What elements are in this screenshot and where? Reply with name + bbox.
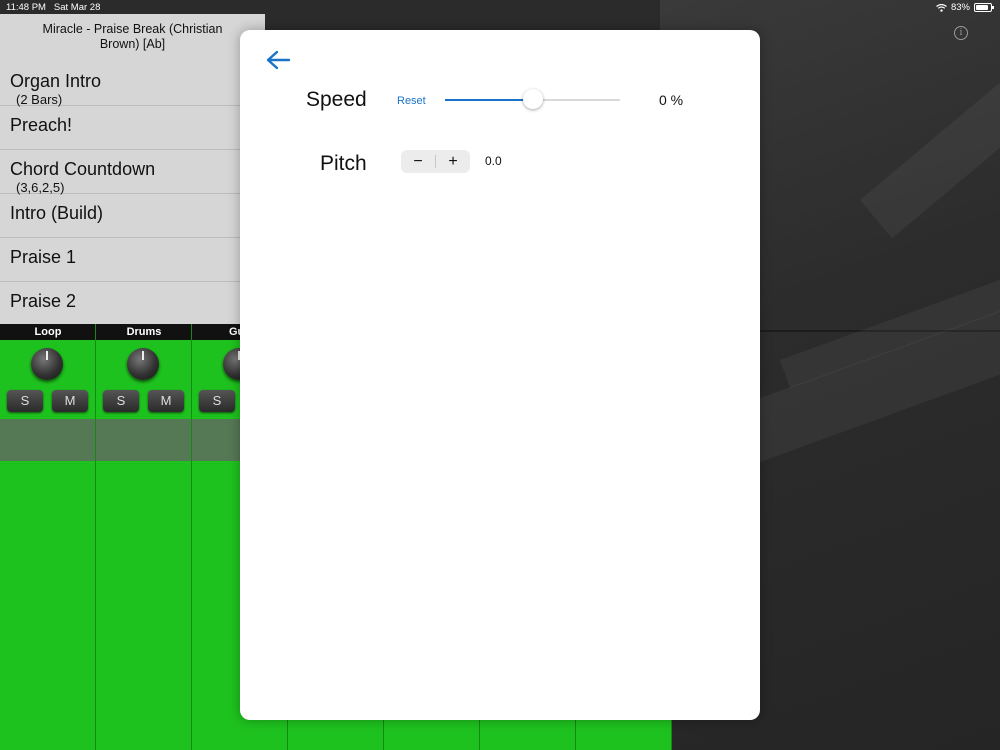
battery-icon [974,3,994,12]
channel-name: Drums [126,326,162,338]
pitch-stepper: − + [401,150,470,173]
pitch-label: Pitch [320,152,367,175]
status-bar: 11:48 PM Sat Mar 28 83% [0,0,1000,14]
volume-knob[interactable] [127,348,159,380]
pitch-increment-button[interactable]: + [436,150,470,173]
solo-button[interactable]: S [103,390,139,412]
pitch-value: 0.0 [485,154,502,168]
solo-button[interactable]: S [7,390,43,412]
section-name: Preach! [10,115,73,135]
volume-knob[interactable] [31,348,63,380]
song-sections-panel: Miracle - Praise Break (Christian Brown)… [0,14,265,324]
speed-label: Speed [306,88,367,111]
section-name: Chord Countdown [10,159,156,179]
section-name: Intro (Build) [10,203,104,223]
status-right: 83% [936,2,994,13]
status-time: 11:48 PM Sat Mar 28 [6,2,101,13]
section-name: Praise 1 [10,247,77,267]
section-item[interactable]: Praise 2 [0,282,265,326]
mute-button[interactable]: M [52,390,88,412]
song-title: Miracle - Praise Break (Christian Brown)… [42,22,223,51]
section-item[interactable]: Organ Intro (2 Bars) [0,62,265,107]
section-detail: (2 Bars) [16,92,63,107]
pitch-decrement-button[interactable]: − [401,150,435,173]
playback-settings-modal: Speed Reset 0 % Pitch − + 0.0 [240,30,760,720]
slider-fill [445,99,533,101]
channel-drums: Drums S M [96,324,192,750]
battery-percent: 83% [950,2,970,13]
arrow-left-icon[interactable] [264,48,292,72]
section-item[interactable]: Intro (Build) [0,194,265,238]
section-name: Praise 2 [10,291,77,311]
channel-loop: Loop S M [0,324,96,750]
reset-button[interactable]: Reset [397,95,426,107]
wifi-icon [936,3,947,12]
section-item[interactable]: Chord Countdown (3,6,2,5) [0,150,265,195]
section-name: Organ Intro [10,71,102,91]
info-icon[interactable]: i [954,26,968,40]
speed-slider[interactable] [445,89,620,109]
speed-value: 0 % [659,92,684,108]
mute-button[interactable]: M [148,390,184,412]
solo-button[interactable]: S [199,390,235,412]
slider-thumb[interactable] [522,89,543,109]
section-item[interactable]: Preach! [0,106,265,150]
channel-name: Loop [34,326,62,338]
section-detail: (3,6,2,5) [16,180,65,195]
section-item[interactable]: Praise 1 [0,238,265,282]
